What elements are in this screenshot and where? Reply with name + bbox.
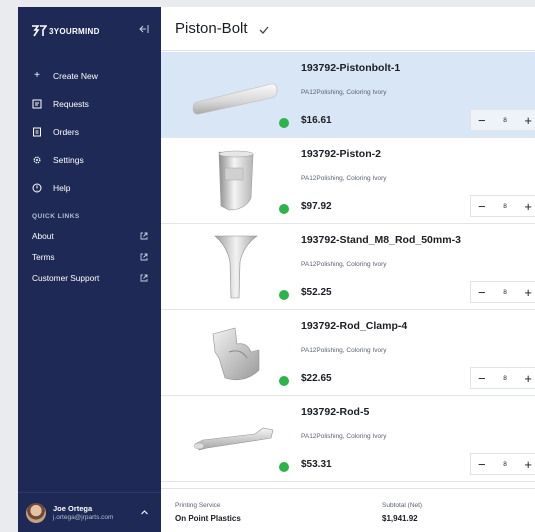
- list-item[interactable]: 193792-Stand_M8_Rod_50mm-3 PA12Polishing…: [161, 224, 535, 310]
- quick-link-label: Terms: [32, 251, 55, 262]
- checkmark-icon: [259, 26, 269, 34]
- part-name[interactable]: 193792-Rod_Clamp-4: [301, 320, 407, 332]
- subtotal-label: Subtotal (Net): [382, 502, 423, 509]
- user-email: j.ortega@jrparts.com: [53, 514, 114, 521]
- increment-button[interactable]: +: [524, 372, 532, 385]
- list-item[interactable]: 193792-Pistonbolt-1 PA12Polishing, Color…: [161, 52, 535, 138]
- increment-button[interactable]: +: [524, 458, 532, 471]
- brand-name: 3YOURMIND: [49, 26, 100, 36]
- part-price: $16.61: [301, 115, 332, 126]
- page-header: Piston-Bolt: [161, 7, 535, 51]
- part-thumbnail: [218, 150, 254, 211]
- status-dot: [279, 118, 289, 128]
- quick-links: About Terms Customer Support: [18, 225, 161, 288]
- increment-button[interactable]: +: [524, 200, 532, 213]
- decrement-button[interactable]: −: [478, 286, 486, 299]
- quantity-value[interactable]: 8: [503, 375, 507, 382]
- decrement-button[interactable]: −: [478, 458, 486, 471]
- decrement-button[interactable]: −: [478, 200, 486, 213]
- sidebar-item-requests[interactable]: Requests: [18, 90, 161, 118]
- sidebar-item-label: Create New: [53, 71, 98, 81]
- part-thumbnail: [193, 427, 274, 451]
- list-item[interactable]: 193792-Rod_Clamp-4 PA12Polishing, Colori…: [161, 310, 535, 396]
- part-price: $52.25: [301, 287, 332, 298]
- quantity-value[interactable]: 8: [503, 461, 507, 468]
- main-panel: Piston-Bolt 193792-Pistonbolt-1 PA12Poli…: [161, 7, 535, 532]
- printing-service-label: Printing Service: [175, 502, 221, 509]
- quick-link-label: About: [32, 230, 54, 241]
- subtotal-value: $1,941.92: [382, 514, 418, 523]
- quantity-stepper: − 8 +: [470, 109, 535, 131]
- quantity-value[interactable]: 8: [503, 289, 507, 296]
- status-dot: [279, 462, 289, 472]
- quantity-value[interactable]: 8: [503, 117, 507, 124]
- part-spec: PA12Polishing, Coloring Ivory: [301, 261, 387, 268]
- list-item[interactable]: 193792-Piston-2 PA12Polishing, Coloring …: [161, 138, 535, 224]
- quick-link-about[interactable]: About: [18, 225, 161, 246]
- quick-link-label: Customer Support: [32, 272, 100, 283]
- sidebar-item-create-new[interactable]: + Create New: [18, 62, 161, 90]
- increment-button[interactable]: +: [524, 286, 532, 299]
- logo-icon: [32, 25, 47, 37]
- sidebar-item-orders[interactable]: Orders: [18, 118, 161, 146]
- status-dot: [279, 290, 289, 300]
- part-name[interactable]: 193792-Piston-2: [301, 148, 381, 160]
- sidebar-item-settings[interactable]: Settings: [18, 146, 161, 174]
- quantity-stepper: − 8 +: [470, 281, 535, 303]
- parts-list: 193792-Pistonbolt-1 PA12Polishing, Color…: [161, 52, 535, 482]
- sidebar-item-label: Settings: [53, 155, 84, 165]
- printing-service-value[interactable]: On Point Plastics: [175, 514, 241, 523]
- part-spec: PA12Polishing, Coloring Ivory: [301, 347, 387, 354]
- quantity-stepper: − 8 +: [470, 367, 535, 389]
- external-link-icon: [140, 232, 148, 239]
- quick-link-terms[interactable]: Terms: [18, 246, 161, 267]
- part-price: $97.92: [301, 201, 332, 212]
- requests-icon: [32, 99, 42, 109]
- brand-logo[interactable]: 3YOURMIND: [31, 21, 100, 41]
- part-thumbnail: [212, 327, 260, 381]
- user-menu[interactable]: Joe Ortega j.ortega@jrparts.com: [18, 492, 161, 532]
- quantity-value[interactable]: 8: [503, 203, 507, 210]
- gear-icon: [33, 156, 41, 164]
- plus-icon: +: [34, 70, 40, 81]
- part-price: $53.31: [301, 459, 332, 470]
- part-thumbnail: [192, 83, 278, 115]
- part-name[interactable]: 193792-Stand_M8_Rod_50mm-3: [301, 234, 461, 246]
- user-info: Joe Ortega j.ortega@jrparts.com: [53, 504, 113, 521]
- decrement-button[interactable]: −: [478, 114, 486, 127]
- sidebar: 3YOURMIND + Create New Requests Orders S…: [18, 7, 161, 532]
- quick-link-customer-support[interactable]: Customer Support: [18, 267, 161, 288]
- part-name[interactable]: 193792-Rod-5: [301, 406, 369, 418]
- chevron-up-icon[interactable]: [140, 508, 149, 517]
- help-icon: [32, 183, 42, 193]
- part-spec: PA12Polishing, Coloring Ivory: [301, 433, 387, 440]
- quick-links-heading: QUICK LINKS: [32, 213, 80, 220]
- sidebar-item-label: Help: [53, 183, 71, 193]
- part-name[interactable]: 193792-Pistonbolt-1: [301, 62, 400, 74]
- orders-icon: [33, 127, 41, 137]
- sidebar-item-label: Requests: [53, 99, 89, 109]
- sidebar-item-label: Orders: [53, 127, 79, 137]
- order-summary: Printing Service On Point Plastics Subto…: [161, 488, 535, 532]
- part-spec: PA12Polishing, Coloring Ivory: [301, 89, 387, 96]
- status-dot: [279, 376, 289, 386]
- external-link-icon: [140, 253, 148, 260]
- collapse-sidebar-icon[interactable]: [139, 24, 149, 34]
- app-window: 3YOURMIND + Create New Requests Orders S…: [0, 0, 535, 532]
- part-thumbnail: [214, 235, 258, 299]
- external-link-icon: [140, 274, 148, 281]
- page-title: Piston-Bolt: [175, 20, 248, 37]
- decrement-button[interactable]: −: [478, 372, 486, 385]
- status-dot: [279, 204, 289, 214]
- user-name: Joe Ortega: [53, 504, 93, 513]
- quantity-stepper: − 8 +: [470, 453, 535, 475]
- sidebar-nav: + Create New Requests Orders Settings He…: [18, 62, 161, 202]
- part-spec: PA12Polishing, Coloring Ivory: [301, 175, 387, 182]
- part-price: $22.65: [301, 373, 332, 384]
- sidebar-item-help[interactable]: Help: [18, 174, 161, 202]
- quantity-stepper: − 8 +: [470, 195, 535, 217]
- list-item[interactable]: 193792-Rod-5 PA12Polishing, Coloring Ivo…: [161, 396, 535, 482]
- avatar: [26, 502, 46, 523]
- increment-button[interactable]: +: [524, 114, 532, 127]
